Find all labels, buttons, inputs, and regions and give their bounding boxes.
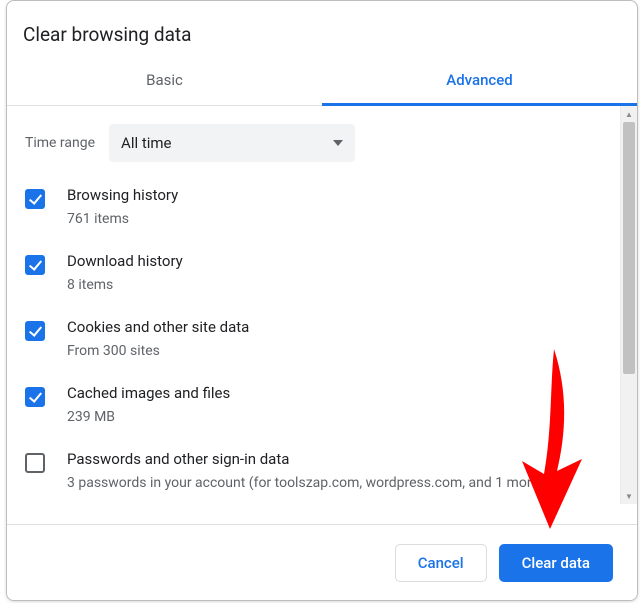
clear-data-button[interactable]: Clear data — [499, 544, 613, 582]
clear-browsing-data-dialog: Clear browsing data Basic Advanced Time … — [6, 0, 638, 601]
time-range-select[interactable]: All time — [109, 124, 355, 162]
dialog-title: Clear browsing data — [7, 1, 637, 71]
item-cached: Cached images and files 239 MB — [25, 384, 604, 428]
chevron-down-icon — [333, 140, 343, 146]
item-sub: From 300 sites — [67, 341, 249, 362]
scroll-down-icon[interactable]: ▼ — [621, 488, 637, 504]
tabs: Basic Advanced — [7, 71, 637, 106]
checkbox-cookies[interactable] — [25, 321, 45, 341]
tab-basic[interactable]: Basic — [7, 71, 322, 105]
item-label: Download history — [67, 252, 183, 270]
item-label: Passwords and other sign-in data — [67, 450, 544, 468]
scrollbar[interactable]: ▲ ▼ — [620, 106, 637, 504]
checkbox-passwords[interactable] — [25, 453, 45, 473]
item-sub: 3 passwords in your account (for toolsza… — [67, 473, 544, 494]
checkbox-cached[interactable] — [25, 387, 45, 407]
item-sub: 239 MB — [67, 407, 230, 428]
scrollbar-thumb[interactable] — [623, 122, 635, 374]
item-browsing-history: Browsing history 761 items — [25, 186, 604, 230]
time-range-label: Time range — [25, 135, 95, 151]
content: Time range All time Browsing history 761… — [7, 106, 620, 504]
checkbox-download-history[interactable] — [25, 255, 45, 275]
item-label: Browsing history — [67, 186, 178, 204]
dialog-footer: Cancel Clear data — [7, 524, 637, 600]
item-sub: 761 items — [67, 209, 178, 230]
scroll-up-icon[interactable]: ▲ — [621, 106, 637, 122]
item-download-history: Download history 8 items — [25, 252, 604, 296]
scroll-area: Time range All time Browsing history 761… — [7, 106, 637, 504]
tab-advanced[interactable]: Advanced — [322, 71, 637, 106]
item-label: Cookies and other site data — [67, 318, 249, 336]
item-cookies: Cookies and other site data From 300 sit… — [25, 318, 604, 362]
item-label: Cached images and files — [67, 384, 230, 402]
time-range-value: All time — [121, 134, 171, 152]
item-sub: 8 items — [67, 275, 183, 296]
cancel-button[interactable]: Cancel — [395, 544, 487, 582]
time-range-row: Time range All time — [25, 124, 604, 162]
item-passwords: Passwords and other sign-in data 3 passw… — [25, 450, 604, 494]
checkbox-browsing-history[interactable] — [25, 189, 45, 209]
